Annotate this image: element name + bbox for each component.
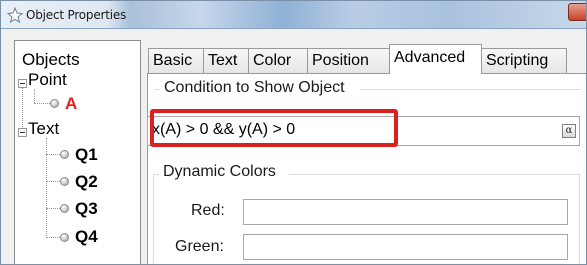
title-bar[interactable]: Object Properties (1, 1, 586, 29)
tree-connector-line (46, 154, 60, 155)
object-tree: Objects Point A Text Q1 Q2 Q3 Q4 (14, 40, 141, 264)
green-label: Green: (175, 238, 224, 255)
tab-advanced[interactable]: Advanced (389, 44, 482, 74)
tree-header: Objects (22, 50, 80, 69)
tree-group-point[interactable]: Point (28, 70, 67, 90)
tree-connector-line (46, 181, 60, 182)
alpha-symbol-button[interactable]: α (562, 124, 576, 138)
tree-connector-line (46, 138, 47, 238)
tree-connector-line (34, 103, 50, 104)
tree-connector-line (22, 83, 23, 127)
object-properties-window: Object Properties Objects Point A Text Q… (0, 0, 587, 265)
red-input[interactable] (243, 199, 568, 225)
tree-item-a[interactable]: A (65, 94, 77, 114)
close-button[interactable] (568, 3, 586, 21)
tree-item-q4[interactable]: Q4 (75, 227, 98, 247)
app-icon (7, 7, 23, 23)
condition-group-title: Condition to Show Object (164, 79, 345, 96)
tab-basic[interactable]: Basic (148, 48, 204, 73)
group-divider (154, 89, 160, 90)
tree-group-text[interactable]: Text (28, 119, 59, 139)
point-dot-icon (50, 99, 59, 108)
tree-connector-line (46, 208, 60, 209)
window-title: Object Properties (26, 8, 127, 22)
tab-scripting[interactable]: Scripting (481, 48, 567, 73)
text-dot-icon (60, 204, 69, 213)
group-divider (360, 89, 581, 90)
tree-connector-line (34, 89, 35, 103)
properties-panel: Basic Text Color Position Advanced Scrip… (141, 39, 586, 264)
tree-item-q3[interactable]: Q3 (75, 199, 98, 219)
collapse-point-icon[interactable] (18, 79, 27, 88)
collapse-text-icon[interactable] (18, 128, 27, 137)
tree-item-q1[interactable]: Q1 (75, 145, 98, 165)
text-dot-icon (60, 233, 69, 242)
text-dot-icon (60, 150, 69, 159)
tab-position[interactable]: Position (307, 48, 390, 73)
tree-connector-line (46, 237, 60, 238)
tab-color[interactable]: Color (248, 48, 308, 73)
green-input[interactable] (243, 234, 568, 260)
text-dot-icon (60, 177, 69, 186)
red-label: Red: (191, 202, 225, 219)
tab-text[interactable]: Text (203, 48, 249, 73)
tree-item-q2[interactable]: Q2 (75, 172, 98, 192)
highlight-annotation (150, 109, 398, 147)
